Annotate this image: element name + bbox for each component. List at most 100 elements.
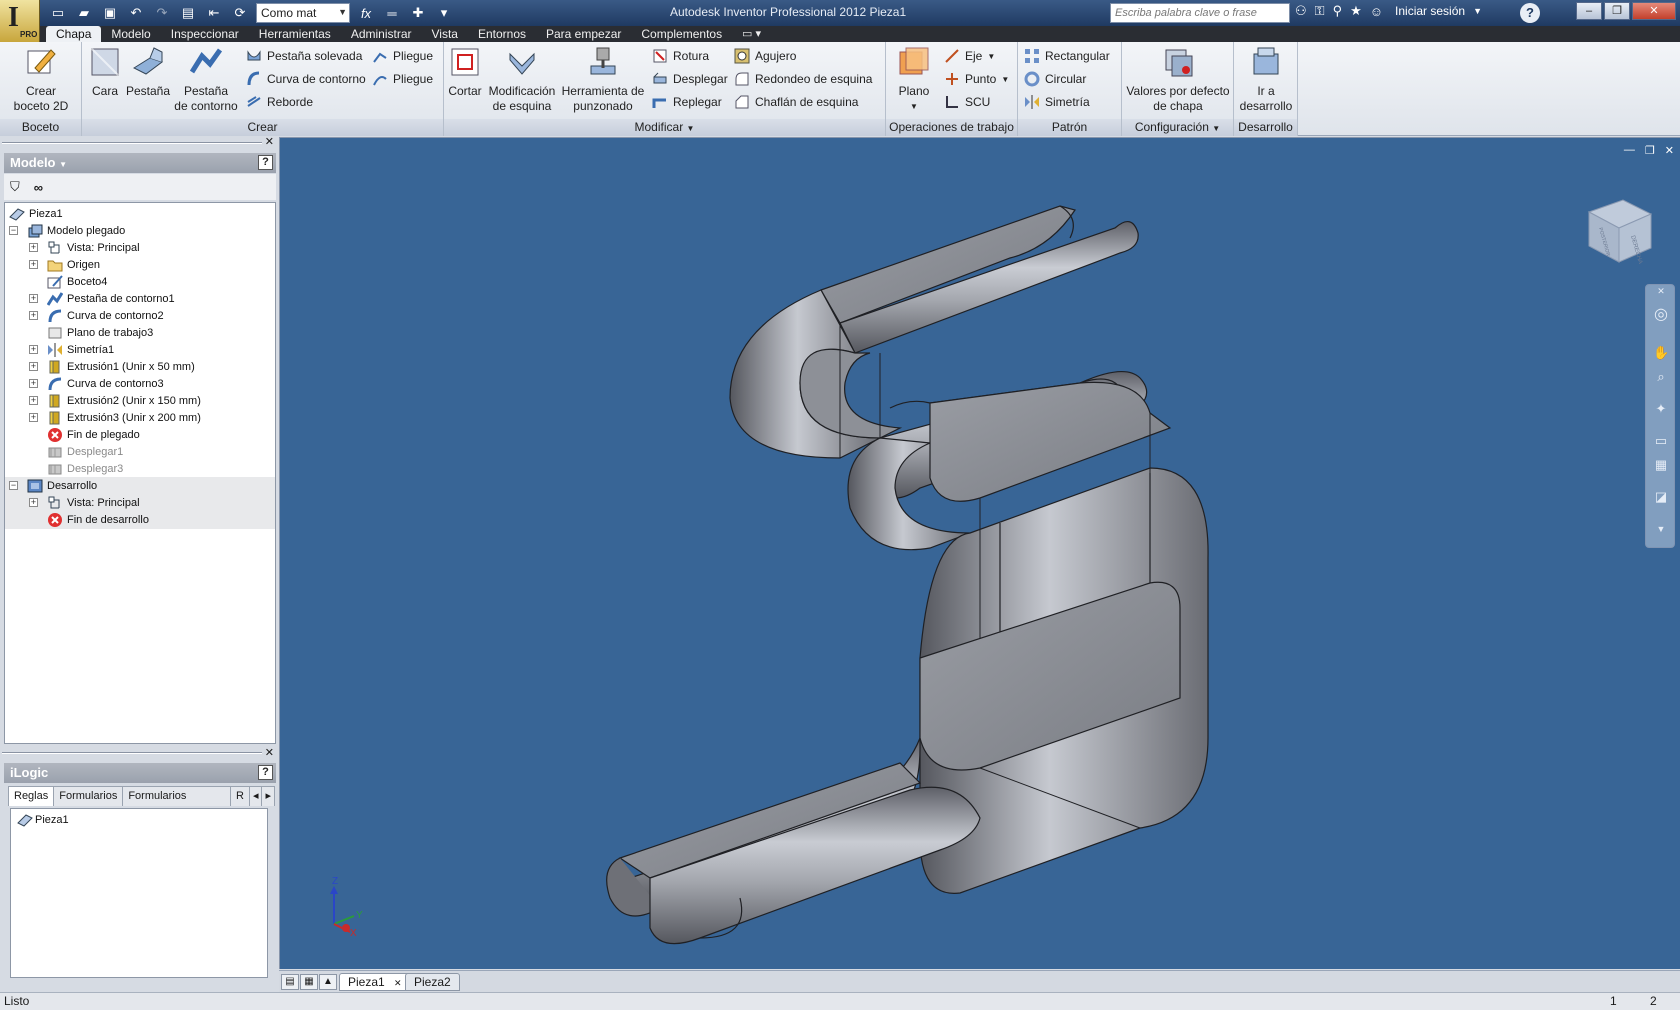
tree-item[interactable]: + Vista: Principal (5, 239, 275, 257)
close-icon[interactable]: ✕ (265, 746, 274, 759)
contour-flange-button[interactable]: Pestaña de contorno (170, 46, 242, 114)
orbit-icon[interactable]: ✦ (1653, 401, 1669, 417)
tree-item[interactable]: Fin de plegado (5, 426, 275, 444)
tree-item[interactable]: − Desarrollo (5, 477, 275, 495)
arrange-icon[interactable]: ▲ (319, 974, 337, 990)
tree-item[interactable]: Boceto4 (5, 273, 275, 291)
expand-toggle-icon[interactable]: + (29, 379, 38, 388)
lofted-flange-button[interactable]: Pestaña solevada (246, 46, 362, 66)
close-icon[interactable]: ✕ (1653, 283, 1669, 299)
expand-toggle-icon[interactable]: + (29, 396, 38, 405)
tree-item[interactable]: + Curva de contorno3 (5, 375, 275, 393)
tab-para-empezar[interactable]: Para empezar (536, 26, 631, 42)
print-icon[interactable]: ▤ (178, 4, 198, 22)
tree-item[interactable]: Desplegar3 (5, 460, 275, 478)
tree-item[interactable]: + Extrusión1 (Unir x 50 mm) (5, 358, 275, 376)
expand-toggle-icon[interactable]: + (29, 345, 38, 354)
viewcube[interactable]: DERECHA POSTERIOR (1585, 194, 1655, 264)
tree-item[interactable]: Plano de trabajo3 (5, 324, 275, 342)
return-icon[interactable]: ⇤ (204, 4, 224, 22)
hem-button[interactable]: Reborde (246, 92, 313, 112)
rectangular-pattern-button[interactable]: Rectangular (1024, 46, 1110, 66)
panel-label-modificar[interactable]: Modificar ▼ (444, 119, 885, 136)
tab-formularios-globales[interactable]: Formularios globales (122, 786, 231, 821)
tab-administrar[interactable]: Administrar (341, 26, 422, 42)
tab-vista[interactable]: Vista (422, 26, 468, 42)
expand-toggle-icon[interactable]: + (29, 362, 38, 371)
go-to-flat-pattern-button[interactable]: Ir a desarrollo (1236, 46, 1296, 114)
tree-item[interactable]: + Extrusión3 (Unir x 200 mm) (5, 409, 275, 427)
open-folder-icon[interactable]: ▰ (74, 4, 94, 22)
tree-item[interactable]: + Origen (5, 256, 275, 274)
model-browser-header[interactable]: Modelo ▼ ? (4, 153, 276, 173)
material-select[interactable]: Como mat ▼ (256, 3, 350, 23)
expand-toggle-icon[interactable]: + (29, 311, 38, 320)
tab-herramientas[interactable]: Herramientas (249, 26, 341, 42)
cross-icon[interactable]: ✚ (408, 4, 428, 22)
satellite-icon[interactable]: ⚲ (1333, 3, 1343, 19)
expand-toggle-icon[interactable]: − (9, 226, 18, 235)
rip-button[interactable]: Rotura (652, 46, 709, 66)
create-sketch-button[interactable]: Crear boceto 2D (6, 46, 76, 114)
view-face-icon[interactable]: ◪ (1653, 489, 1669, 505)
expand-toggle-icon[interactable]: + (29, 260, 38, 269)
tree-item[interactable]: + Curva de contorno2 (5, 307, 275, 325)
face-button[interactable]: Cara (86, 46, 124, 99)
tree-item[interactable]: Desplegar1 (5, 443, 275, 461)
close-icon[interactable]: ✕ (1665, 144, 1674, 157)
close-icon[interactable]: ✕ (265, 135, 274, 148)
tree-item[interactable]: Pieza1 (5, 205, 275, 223)
zoom-icon[interactable]: ⌕ (1653, 369, 1669, 385)
redo-icon[interactable]: ↷ (152, 4, 172, 22)
pan-icon[interactable]: ✋ (1653, 345, 1669, 361)
cut-button[interactable]: Cortar (446, 46, 484, 99)
zoom-all-icon[interactable]: ▦ (1653, 457, 1669, 473)
filter-icon[interactable]: ⛉ (10, 179, 20, 195)
update-icon[interactable]: ⟳ (230, 4, 250, 22)
binoculars-icon[interactable]: ⚇ (1295, 3, 1307, 19)
expand-toggle-icon[interactable]: + (29, 498, 38, 507)
chevron-down-icon[interactable]: ▼ (1473, 6, 1482, 16)
contour-roll-button[interactable]: Curva de contorno (246, 69, 366, 89)
tree-item[interactable]: + Extrusión2 (Unir x 150 mm) (5, 392, 275, 410)
fold-button[interactable]: Pliegue (372, 46, 433, 66)
undo-icon[interactable]: ↶ (126, 4, 146, 22)
tab-reglas[interactable]: Reglas (8, 786, 55, 806)
expand-toggle-icon[interactable]: + (29, 413, 38, 422)
doc-tab-pieza1[interactable]: Pieza1 ✕ (339, 973, 411, 991)
tree-item[interactable]: Fin de desarrollo (5, 511, 275, 529)
punch-tool-button[interactable]: Herramienta de punzonado (560, 46, 646, 114)
panel-label-configuracion[interactable]: Configuración ▼ (1122, 119, 1233, 136)
scroll-right-icon[interactable]: ▸ (261, 786, 275, 806)
user-icon[interactable]: ☺ (1370, 4, 1383, 19)
plane-button[interactable]: Plano ▼ (892, 46, 936, 114)
ribbon-options-icon[interactable]: ▭ ▾ (742, 26, 761, 42)
browser-grip[interactable]: ✕ (2, 135, 276, 148)
point-button[interactable]: Punto ▼ (944, 69, 1009, 89)
expand-toggle-icon[interactable]: + (29, 243, 38, 252)
sheet-metal-defaults-button[interactable]: Valores por defecto de chapa (1124, 46, 1232, 114)
ilogic-help-icon[interactable]: ? (258, 765, 273, 780)
close-button[interactable]: ✕ (1632, 2, 1676, 20)
steering-wheel-icon[interactable]: ◎ (1653, 307, 1669, 323)
star-icon[interactable]: ★ (1350, 3, 1362, 19)
application-menu-button[interactable]: I PRO (0, 0, 40, 42)
minimize-icon[interactable]: — (1624, 144, 1635, 157)
tab-complementos[interactable]: Complementos (631, 26, 732, 42)
sheet-metal-part[interactable] (280, 138, 1680, 969)
chevron-down-icon[interactable]: ▼ (1653, 521, 1669, 537)
expand-toggle-icon[interactable]: − (9, 481, 18, 490)
hole-button[interactable]: Agujero (734, 46, 796, 66)
cascade-icon[interactable]: ▤ (281, 974, 299, 990)
function-icon[interactable]: fx (356, 4, 376, 22)
search-input[interactable]: Escriba palabra clave o frase (1110, 3, 1290, 23)
unfold-button[interactable]: Desplegar (652, 69, 728, 89)
tab-r[interactable]: R (229, 786, 250, 806)
tile-icon[interactable]: ▦ (300, 974, 318, 990)
scroll-left-icon[interactable]: ◂ (248, 786, 263, 806)
close-icon[interactable]: ✕ (394, 978, 402, 988)
minimize-button[interactable]: – (1576, 2, 1602, 20)
graphics-viewport[interactable]: — ❐ ✕ DERECHA POSTERIOR ✕ ◎ ✋ ⌕ ✦ ▭ ▦ ◪ … (279, 137, 1680, 969)
tab-inspeccionar[interactable]: Inspeccionar (161, 26, 249, 42)
circular-pattern-button[interactable]: Circular (1024, 69, 1086, 89)
